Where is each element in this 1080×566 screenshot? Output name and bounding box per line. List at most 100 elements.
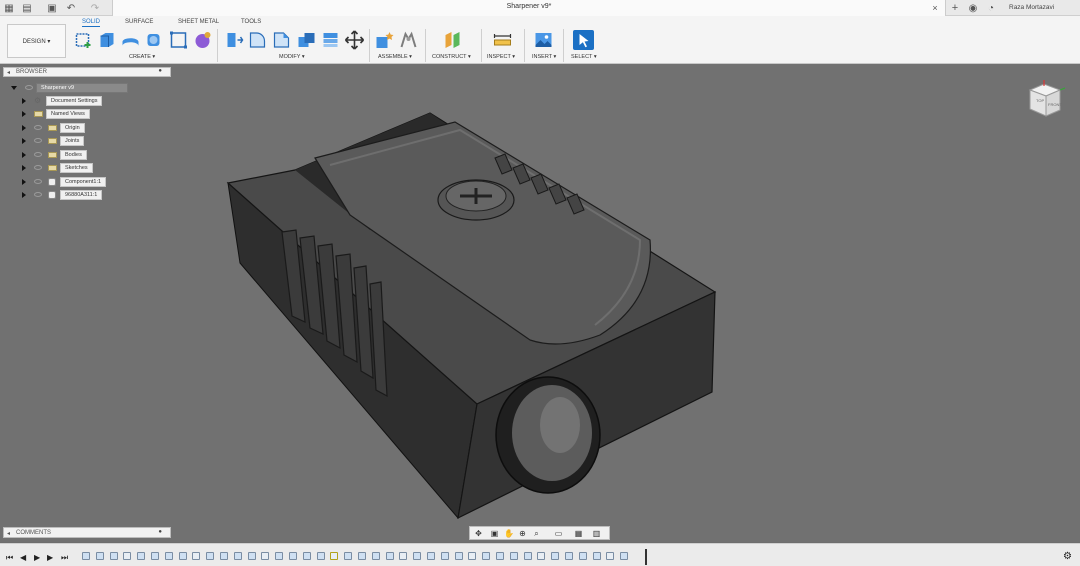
timeline-feature-icon[interactable] [220,552,228,560]
joint-icon[interactable] [398,30,419,50]
3d-viewport[interactable]: TOP FRONT [0,64,1080,542]
timeline-feature-icon[interactable] [509,552,518,560]
job-status-icon[interactable]: ◔ [986,2,996,14]
timeline-feature-icon[interactable] [247,552,256,560]
fillet-icon[interactable] [247,30,268,50]
create-form-icon[interactable] [192,30,213,50]
extrude-icon[interactable] [96,30,117,50]
press-pull-icon[interactable] [223,30,244,50]
timeline-feature-icon[interactable] [496,552,504,560]
grid-settings-icon[interactable]: ▦ [574,529,583,538]
timeline-feature-icon[interactable] [344,552,353,560]
modify-group-label[interactable]: MODIFY ▾ [279,54,305,60]
timeline-feature-icon[interactable] [606,552,615,560]
visibility-eye-icon[interactable] [34,192,42,197]
combine-icon[interactable] [320,30,341,50]
go-to-start-icon[interactable]: ⏮ [6,553,13,563]
comments-add-icon[interactable]: ● [158,529,162,535]
close-tab-icon[interactable]: × [931,2,939,14]
timeline-feature-icon[interactable] [413,552,422,560]
timeline-feature-icon[interactable] [578,552,587,560]
timeline-feature-icon[interactable] [454,552,463,560]
file-menu-icon[interactable]: ▤ [22,2,32,14]
extensions-icon[interactable]: ◉ [968,2,978,14]
timeline-feature-icon[interactable] [289,552,297,560]
timeline-feature-icon[interactable] [482,552,491,560]
tab-solid[interactable]: SOLID [82,19,101,27]
visibility-eye-icon[interactable] [34,165,42,170]
browser-panel[interactable]: ◂ BROWSER ● [3,67,171,77]
timeline-feature-icon[interactable] [592,552,601,560]
offset-plane-icon[interactable] [442,30,463,50]
measure-icon[interactable] [492,30,513,50]
shell-icon[interactable] [296,30,317,50]
create-group-label[interactable]: CREATE ▾ [129,54,155,60]
timeline-feature-icon[interactable] [137,552,146,560]
user-name[interactable]: Raza Mortazavi [1009,4,1054,11]
step-back-icon[interactable]: ◀ [20,553,26,562]
expand-caret-icon[interactable] [22,98,26,104]
zoom-icon[interactable]: ⊕ [518,529,527,538]
viewports-icon[interactable]: ▥ [592,529,601,538]
timeline-feature-icon[interactable] [206,552,215,560]
timeline-feature-icon[interactable] [551,552,560,560]
timeline-feature-icon[interactable] [95,552,104,560]
timeline-feature-icon[interactable] [468,552,477,560]
step-forward-icon[interactable]: ▶ [47,553,53,562]
select-group-label[interactable]: SELECT ▾ [571,54,597,60]
visibility-eye-icon[interactable] [34,138,42,143]
timeline-feature-icon[interactable] [233,552,242,560]
document-tab[interactable]: Sharpener v9* × [112,0,946,16]
timeline-feature-icon[interactable] [192,552,201,560]
expand-caret-icon[interactable] [22,192,26,198]
timeline-feature-icon[interactable] [151,552,159,560]
expand-caret-icon[interactable] [22,152,26,158]
timeline-feature-icon[interactable] [164,552,173,560]
timeline-feature-icon[interactable] [399,552,408,560]
play-icon[interactable]: ▶ [34,553,40,562]
assemble-group-label[interactable]: ASSEMBLE ▾ [378,54,412,60]
insert-group-label[interactable]: INSERT ▾ [532,54,556,60]
visibility-eye-icon[interactable] [25,85,33,90]
visibility-eye-icon[interactable] [34,152,42,157]
go-to-end-icon[interactable]: ⏭ [61,553,68,563]
view-cube[interactable]: TOP FRONT [1022,78,1066,122]
sweep-icon[interactable] [144,30,165,50]
fit-icon[interactable]: ⌕ [532,529,541,538]
timeline-feature-icon[interactable] [330,552,339,560]
expand-caret-icon[interactable] [22,111,26,117]
chamfer-icon[interactable] [271,30,292,50]
visibility-eye-icon[interactable] [34,179,42,184]
expand-caret-icon[interactable] [11,86,17,90]
timeline-feature-icon[interactable] [371,552,380,560]
loft-icon[interactable] [168,30,189,50]
tab-sheet-metal[interactable]: SHEET METAL [178,19,219,25]
timeline-feature-icon[interactable] [427,552,435,560]
timeline-feature-icon[interactable] [261,552,270,560]
pan-icon[interactable]: ✋ [504,529,514,538]
expand-caret-icon[interactable] [22,179,26,185]
comments-panel[interactable]: ◂ COMMENTS ● [3,527,171,538]
collapse-browser-icon[interactable]: ◂ [7,69,10,76]
timeline-feature-icon[interactable] [565,552,573,560]
expand-caret-icon[interactable] [22,125,26,131]
app-grid-icon[interactable]: ▦ [4,2,14,14]
timeline-feature-icon[interactable] [537,552,546,560]
timeline-feature-icon[interactable] [358,552,366,560]
timeline-feature-icon[interactable] [440,552,449,560]
create-sketch-icon[interactable] [73,30,94,50]
timeline-feature-icon[interactable] [275,552,284,560]
timeline-feature-icon[interactable] [109,552,118,560]
timeline-feature-icon[interactable] [620,552,629,560]
tab-surface[interactable]: SURFACE [125,19,153,25]
visibility-eye-icon[interactable] [34,125,42,130]
inspect-group-label[interactable]: INSPECT ▾ [487,54,515,60]
redo-icon[interactable]: ↷ [90,2,100,14]
look-at-icon[interactable]: ▣ [490,529,499,538]
display-settings-icon[interactable]: ▭ [554,529,563,538]
construct-group-label[interactable]: CONSTRUCT ▾ [432,54,471,60]
new-component-icon[interactable] [374,30,395,50]
collapse-comments-icon[interactable]: ◂ [7,530,10,537]
timeline-feature-icon[interactable] [523,552,532,560]
save-icon[interactable]: ▣ [47,2,57,14]
